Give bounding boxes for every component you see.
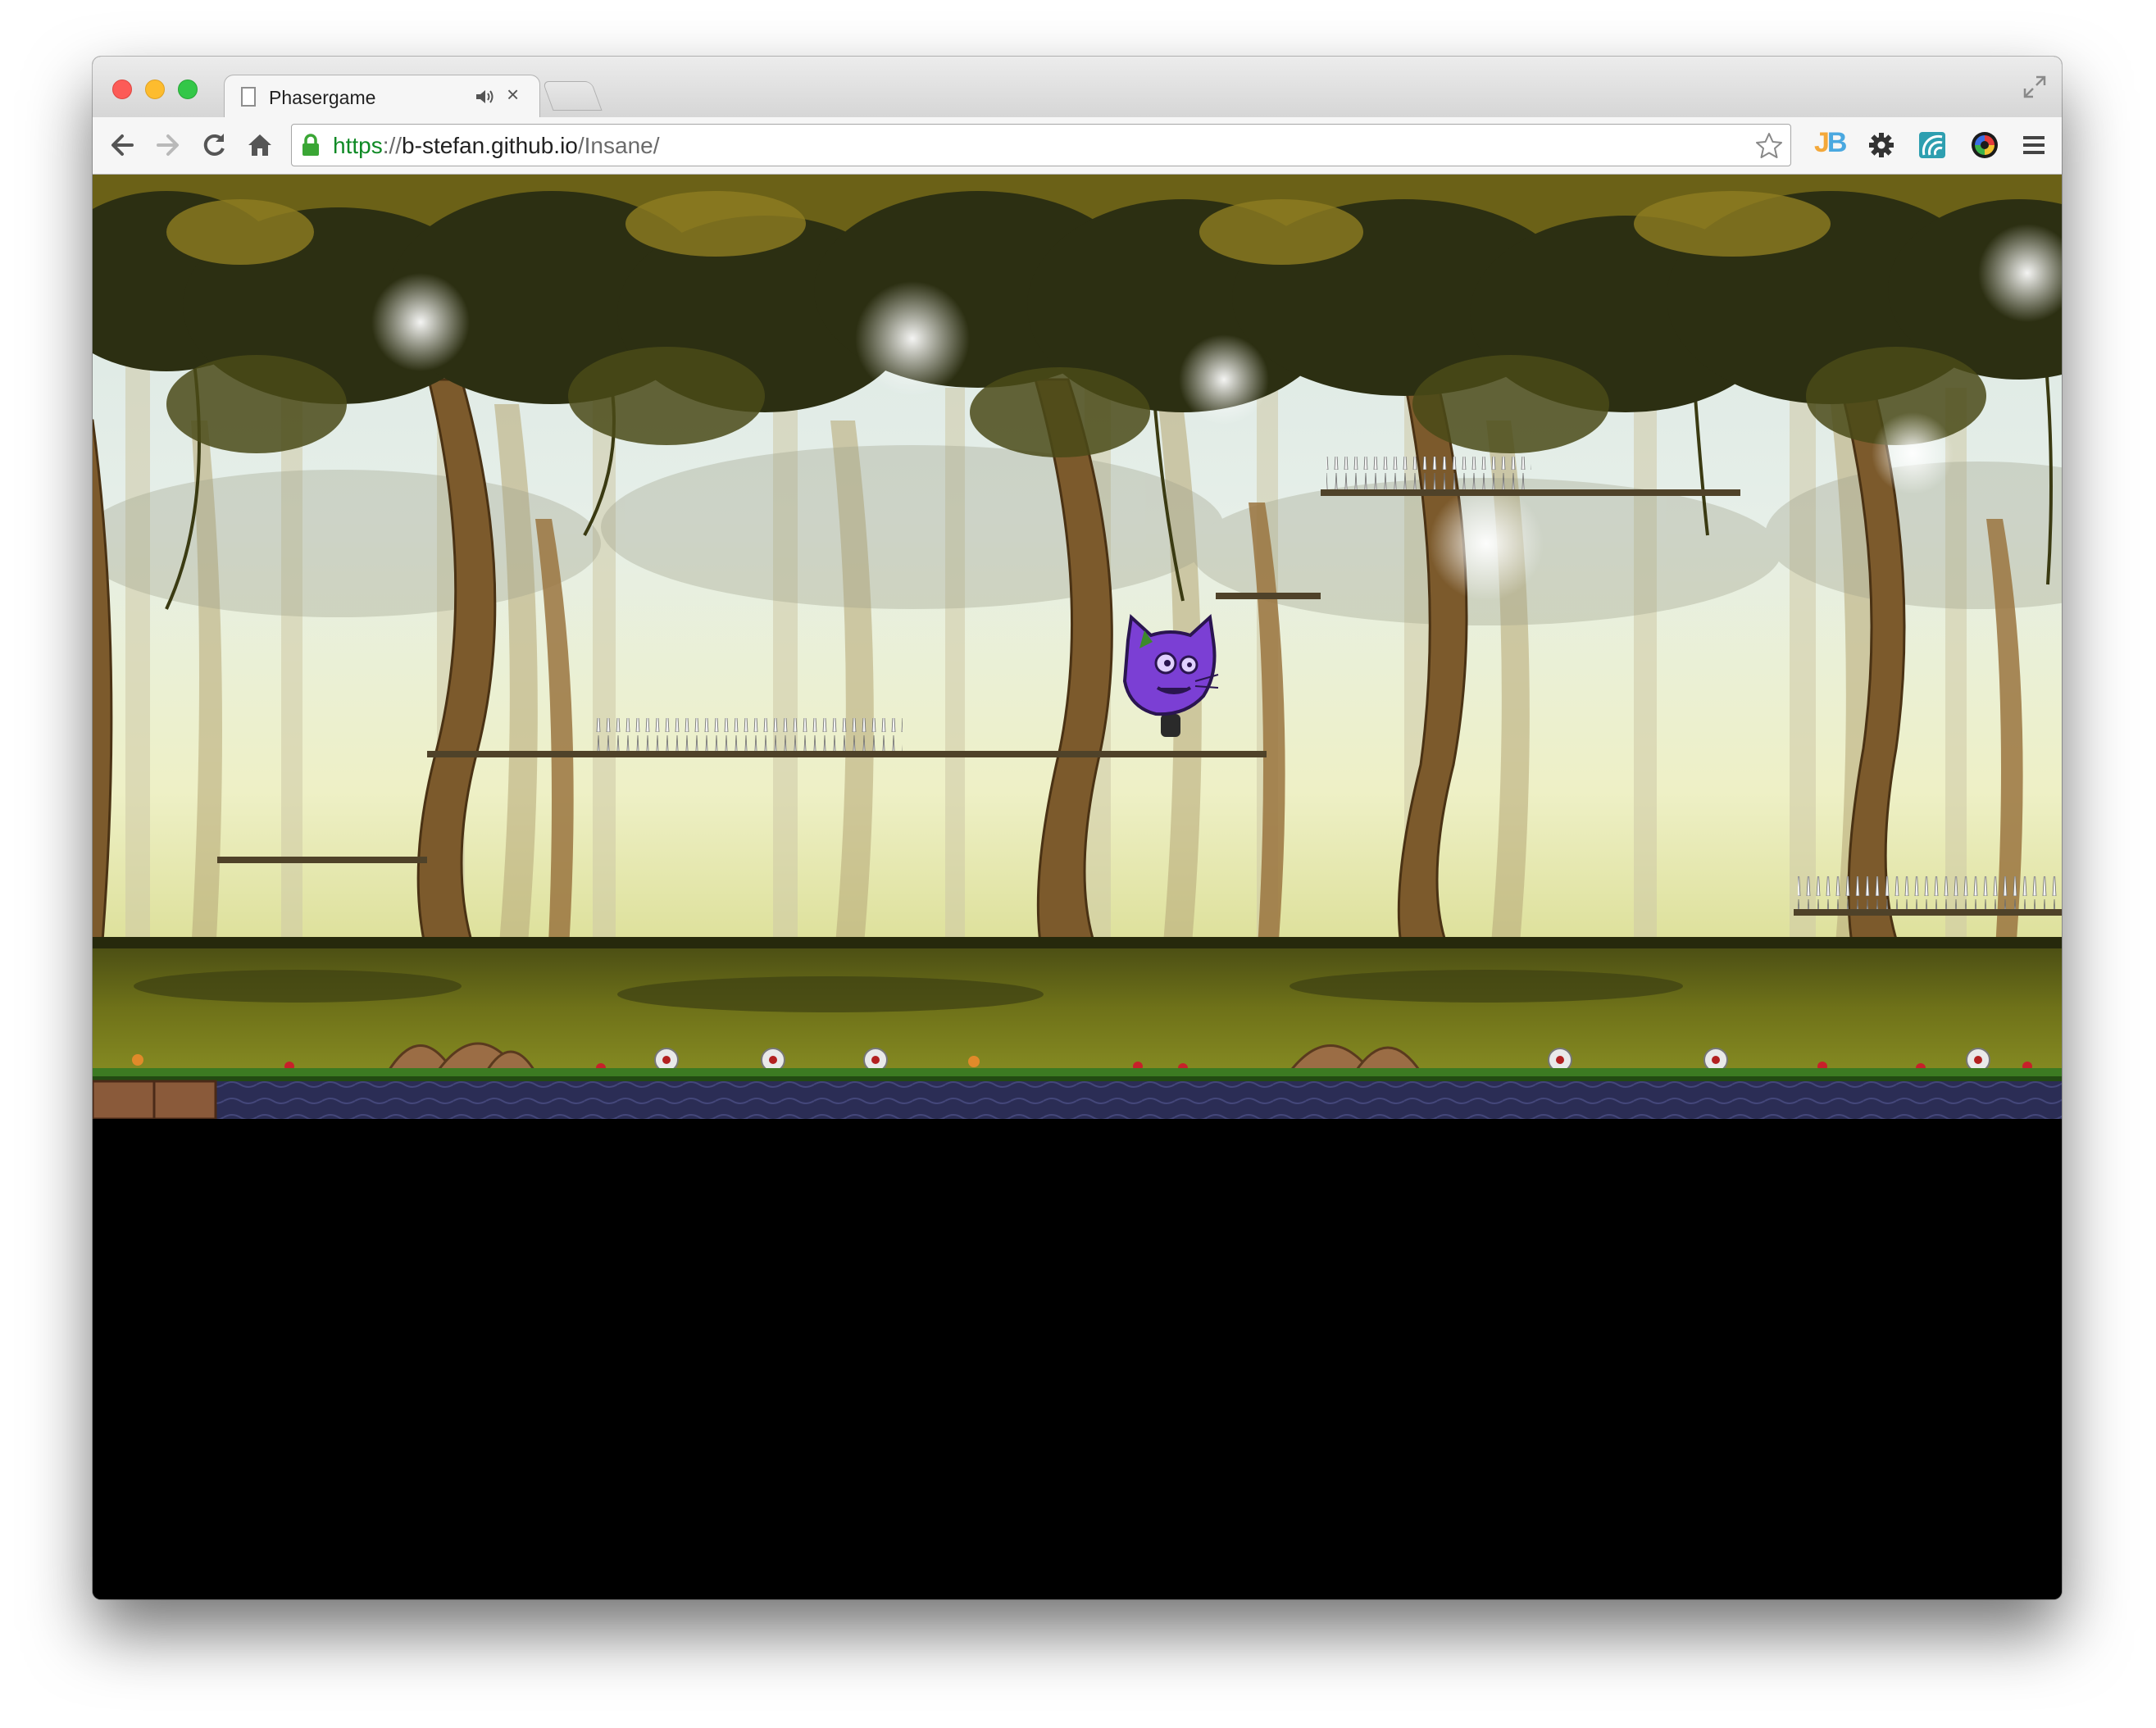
brick-tiles (93, 1080, 217, 1119)
page-icon (241, 87, 256, 107)
url-text: https://b-stefan.github.io/Insane/ (333, 133, 660, 159)
new-tab-button[interactable] (542, 81, 603, 111)
window-maximize-button[interactable] (178, 80, 198, 99)
platform (1216, 593, 1321, 599)
water-strip (216, 1081, 2062, 1119)
spike-row (1798, 876, 2062, 909)
url-path: /Insane/ (577, 133, 660, 158)
spike-row (591, 718, 903, 751)
window-close-button[interactable] (112, 80, 132, 99)
platform (1321, 489, 1740, 496)
extension-wave-icon[interactable] (1917, 130, 1947, 160)
back-icon[interactable] (107, 130, 137, 160)
spike-row (1326, 457, 1531, 489)
url-host: b-stefan.github.io (402, 133, 578, 158)
game-canvas[interactable] (93, 175, 2062, 1119)
jb-icon[interactable]: JB (1814, 127, 1847, 159)
platform (427, 751, 1267, 757)
menu-icon[interactable] (2019, 130, 2049, 160)
page-viewport (93, 175, 2062, 1599)
reload-icon[interactable] (199, 130, 229, 160)
tab-title: Phasergame (269, 87, 376, 108)
close-icon[interactable]: × (507, 82, 519, 107)
platform (217, 857, 427, 863)
speaker-icon[interactable] (475, 87, 496, 107)
browser-toolbar: https://b-stefan.github.io/Insane/ JB (93, 117, 2062, 175)
url-separator: :// (382, 133, 403, 158)
forward-icon[interactable] (153, 130, 183, 160)
bookmark-star-icon[interactable] (1754, 131, 1784, 161)
platform (1794, 909, 2062, 916)
home-icon[interactable] (245, 130, 275, 160)
browser-window: Phasergame × https://b-stefan.github.io/… (93, 57, 2062, 1599)
fullscreen-icon[interactable] (2022, 75, 2047, 99)
extension-color-wheel-icon[interactable] (1970, 130, 1999, 160)
game-scene (93, 175, 2062, 1119)
tab-phasergame[interactable]: Phasergame × (224, 75, 540, 119)
forest-ground (93, 945, 2062, 1072)
url-scheme: https (333, 133, 383, 158)
lock-icon (302, 134, 319, 156)
window-minimize-button[interactable] (145, 80, 165, 99)
address-bar[interactable]: https://b-stefan.github.io/Insane/ (291, 124, 1791, 166)
gear-icon[interactable] (1867, 130, 1896, 160)
tab-strip: Phasergame × (93, 57, 2062, 119)
